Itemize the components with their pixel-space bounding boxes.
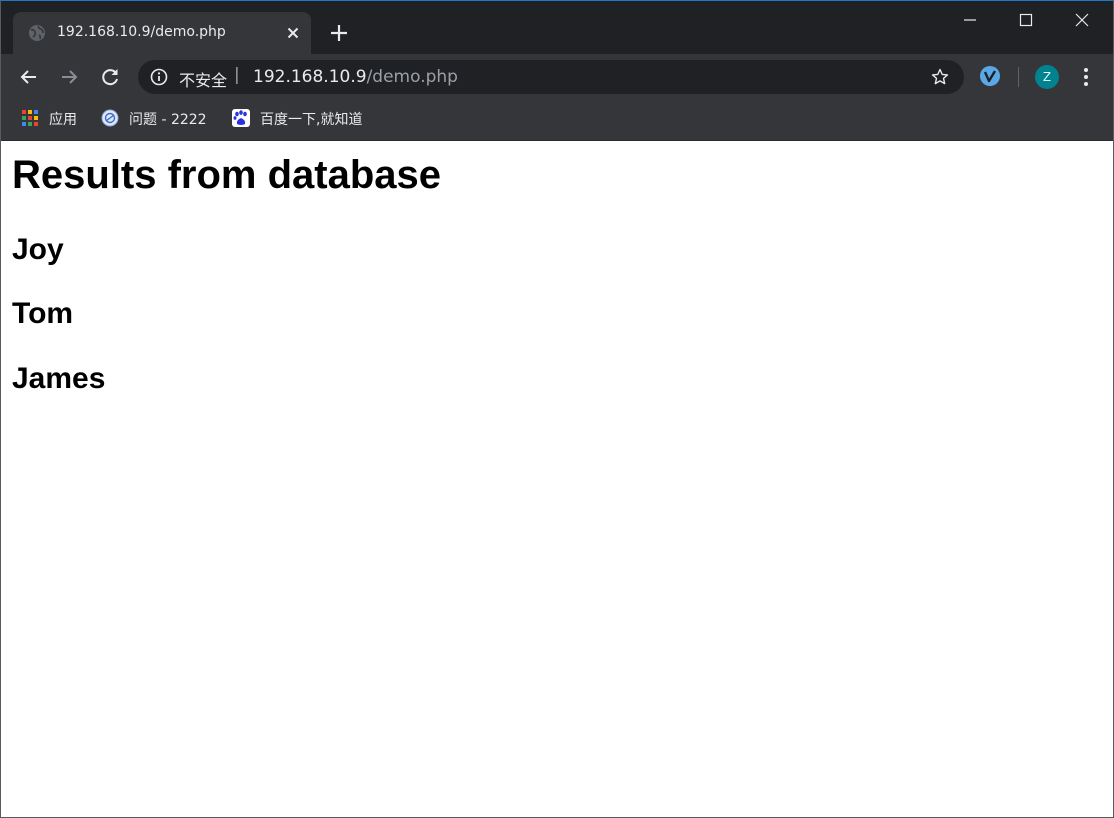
arrow-left-icon[interactable] (17, 65, 41, 89)
reload-icon[interactable] (98, 65, 122, 89)
minimize-button[interactable] (943, 1, 999, 39)
extension-icon[interactable] (979, 65, 1001, 87)
result-item: Joy (12, 233, 64, 266)
address-separator: | (234, 65, 240, 85)
info-icon[interactable] (150, 68, 168, 86)
result-item: Tom (12, 297, 74, 330)
arrow-right-icon[interactable] (57, 65, 81, 89)
globe-icon (29, 25, 45, 41)
bookmark-globe-icon (101, 109, 119, 127)
address-bar[interactable]: 不安全 | 192.168.10.9/demo.php (138, 60, 964, 94)
new-tab-plus-icon[interactable] (327, 21, 351, 45)
toolbar-divider (1018, 67, 1019, 87)
browser-toolbar: 不安全 | 192.168.10.9/demo.php Z (1, 54, 1113, 100)
window-close-button[interactable] (1055, 1, 1111, 39)
bookmark-apps[interactable]: 应用 (21, 108, 83, 130)
page-title: Results from database (12, 153, 442, 197)
baidu-paw-icon (232, 109, 250, 127)
bookmarks-bar: 应用 问题 - 2222 百度一下,就知道 (1, 100, 1113, 141)
star-bookmark-icon[interactable] (931, 68, 949, 86)
url-path: /demo.php (366, 67, 458, 87)
url-text[interactable]: 192.168.10.9/demo.php (253, 67, 458, 87)
bookmark-baidu[interactable]: 百度一下,就知道 (232, 108, 372, 130)
maximize-button[interactable] (999, 1, 1055, 39)
tab-strip: 192.168.10.9/demo.php (1, 1, 1113, 54)
bookmark-label: 百度一下,就知道 (260, 112, 363, 128)
bookmark-wenti[interactable]: 问题 - 2222 (101, 108, 213, 130)
page-content: Results from database Joy Tom James (1, 141, 1113, 817)
bookmark-label: 问题 - 2222 (129, 112, 207, 128)
close-icon (1075, 13, 1089, 27)
result-item: James (12, 362, 106, 395)
tab-title: 192.168.10.9/demo.php (57, 24, 226, 40)
profile-avatar[interactable]: Z (1035, 65, 1059, 89)
tab-close-icon[interactable] (284, 24, 302, 42)
more-vertical-icon[interactable] (1076, 65, 1096, 89)
bookmark-label: 应用 (49, 112, 77, 128)
minimize-icon (964, 19, 976, 21)
maximize-icon (1019, 13, 1033, 27)
tab-active[interactable]: 192.168.10.9/demo.php (13, 12, 311, 54)
browser-window: 192.168.10.9/demo.php 不安全 | 192.168.10.9… (0, 0, 1114, 818)
security-label[interactable]: 不安全 (179, 67, 227, 91)
apps-grid-icon (22, 110, 38, 126)
url-host: 192.168.10.9 (253, 67, 367, 87)
